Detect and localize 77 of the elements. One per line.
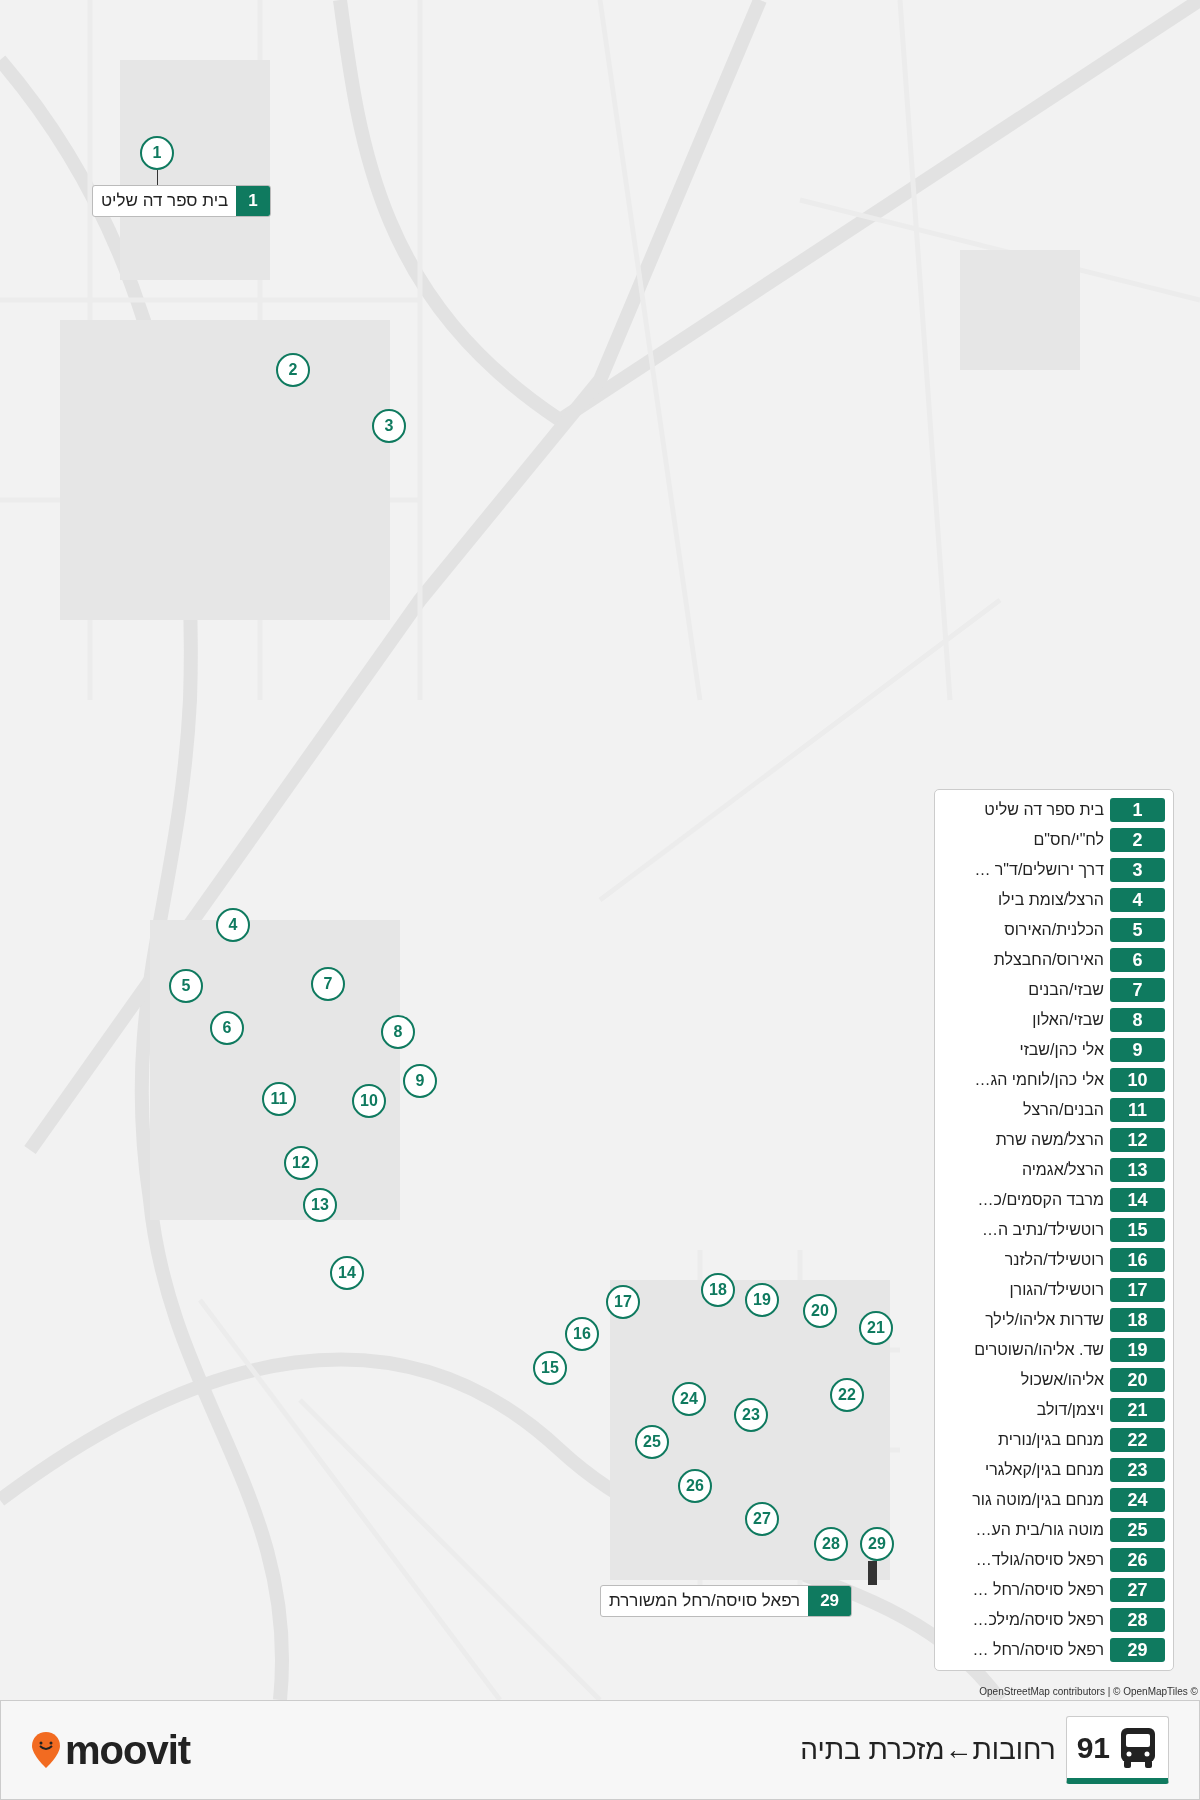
stop-name[interactable]: מרבד הקסמים/כ… (977, 1188, 1104, 1212)
stop-number: 15 (1110, 1218, 1165, 1242)
stop-name[interactable]: ויצמן/דולב (1036, 1398, 1104, 1422)
stop-name[interactable]: שבזי/הבנים (1028, 978, 1104, 1002)
stop-name[interactable]: רוטשילד/הגורן (1009, 1278, 1104, 1302)
stop-number: 23 (1110, 1458, 1165, 1482)
stop-name[interactable]: רוטשילד/הלזנר (1004, 1248, 1104, 1272)
stop-number: 4 (1110, 888, 1165, 912)
stop-name[interactable]: מוטה גור/בית הע… (975, 1518, 1104, 1542)
stop-name[interactable]: אלי כהן/שבזי (1019, 1038, 1104, 1062)
stop-marker[interactable]: 3 (372, 409, 406, 443)
stop-name[interactable]: שבזי/האלון (1032, 1008, 1104, 1032)
stop-number: 29 (1110, 1638, 1165, 1662)
stop-marker[interactable]: 18 (701, 1273, 735, 1307)
stop-number: 25 (1110, 1518, 1165, 1542)
stop-number: 26 (1110, 1548, 1165, 1572)
stop-name[interactable]: בית ספר דה שליט (984, 798, 1104, 822)
stop-marker[interactable]: 15 (533, 1351, 567, 1385)
stop-name[interactable]: שדרות אליהו/לילך (985, 1308, 1104, 1332)
stop-name[interactable]: הרצל/אגמיה (1021, 1158, 1104, 1182)
stop-number: 13 (1110, 1158, 1165, 1182)
stop-number: 10 (1110, 1068, 1165, 1092)
stop-number: 1 (236, 186, 270, 216)
route-number: 91 (1076, 1730, 1110, 1766)
stop-name[interactable]: האירוס/החבצלת (993, 948, 1104, 972)
stop-name[interactable]: רוטשילד/נתיב ה… (981, 1218, 1104, 1242)
stop-name: בית ספר דה שליט (100, 190, 230, 212)
map-pin-smile-icon (31, 1731, 61, 1769)
stop-number: 3 (1110, 858, 1165, 882)
stop-marker[interactable]: 8 (381, 1015, 415, 1049)
stop-number: 20 (1110, 1368, 1165, 1392)
stop-name[interactable]: הרצל/משה שרת (995, 1128, 1104, 1152)
stop-number: 11 (1110, 1098, 1165, 1122)
stop-number: 22 (1110, 1428, 1165, 1452)
stop-number: 9 (1110, 1038, 1165, 1062)
stop-name[interactable]: רפאל סויסה/רחל … (972, 1638, 1104, 1662)
stop-number: 16 (1110, 1248, 1165, 1272)
stop-number: 21 (1110, 1398, 1165, 1422)
stop-marker[interactable]: 9 (403, 1064, 437, 1098)
stop-marker[interactable]: 14 (330, 1256, 364, 1290)
stop-marker[interactable]: 4 (216, 908, 250, 942)
stop-number: 24 (1110, 1488, 1165, 1512)
stop-name[interactable]: מנחם בגין/קאלגרי (985, 1458, 1104, 1482)
stop-name: רפאל סויסה/רחל המשוררת (608, 1590, 802, 1612)
bus-icon (1118, 1725, 1158, 1770)
stop-number: 6 (1110, 948, 1165, 972)
stop-number: 1 (1110, 798, 1165, 822)
leader-line (157, 170, 158, 185)
stop-number: 19 (1110, 1338, 1165, 1362)
stop-number: 12 (1110, 1128, 1165, 1152)
stop-marker[interactable]: 16 (565, 1317, 599, 1351)
stop-name[interactable]: רפאל סויסה/רחל … (972, 1578, 1104, 1602)
stop-name[interactable]: שד. אליהו/השוטרים (974, 1338, 1104, 1362)
stop-name[interactable]: רפאל סויסה/מילכ… (972, 1608, 1104, 1632)
stop-number: 8 (1110, 1008, 1165, 1032)
stop-number: 5 (1110, 918, 1165, 942)
stop-name[interactable]: אליהו/אשכול (1020, 1368, 1104, 1392)
stop-number: 29 (808, 1586, 852, 1616)
stop-number: 7 (1110, 978, 1165, 1002)
stop-number: 17 (1110, 1278, 1165, 1302)
route-title: רחובות←מזכרת בתיה (800, 1733, 1056, 1767)
logo-text: moovit (65, 1730, 191, 1770)
stop-name[interactable]: הרצל/צומת בילו (997, 888, 1104, 912)
stop-number: 28 (1110, 1608, 1165, 1632)
stop-name[interactable]: רפאל סויסה/גולד… (975, 1548, 1104, 1572)
stop-name[interactable]: אלי כהן/לוחמי הג… (974, 1068, 1104, 1092)
stop-name[interactable]: דרך ירושלים/ד"ר … (974, 858, 1104, 882)
stop-name[interactable]: הבנים/הרצל (1023, 1098, 1104, 1122)
stop-number: 14 (1110, 1188, 1165, 1212)
stop-name[interactable]: מנחם בגין/מוטה גור (972, 1488, 1104, 1512)
stop-name[interactable]: הכלנית/האירוס (1004, 918, 1104, 942)
map-attribution: OpenStreetMap contributors | © OpenMapTiles © (979, 1685, 1198, 1699)
stop-name[interactable]: מנחם בגין/נורית (998, 1428, 1104, 1452)
stop-name[interactable]: לח"י/חס"ם (1033, 828, 1104, 852)
stop-number: 27 (1110, 1578, 1165, 1602)
stop-number: 2 (1110, 828, 1165, 852)
stop-number: 18 (1110, 1308, 1165, 1332)
